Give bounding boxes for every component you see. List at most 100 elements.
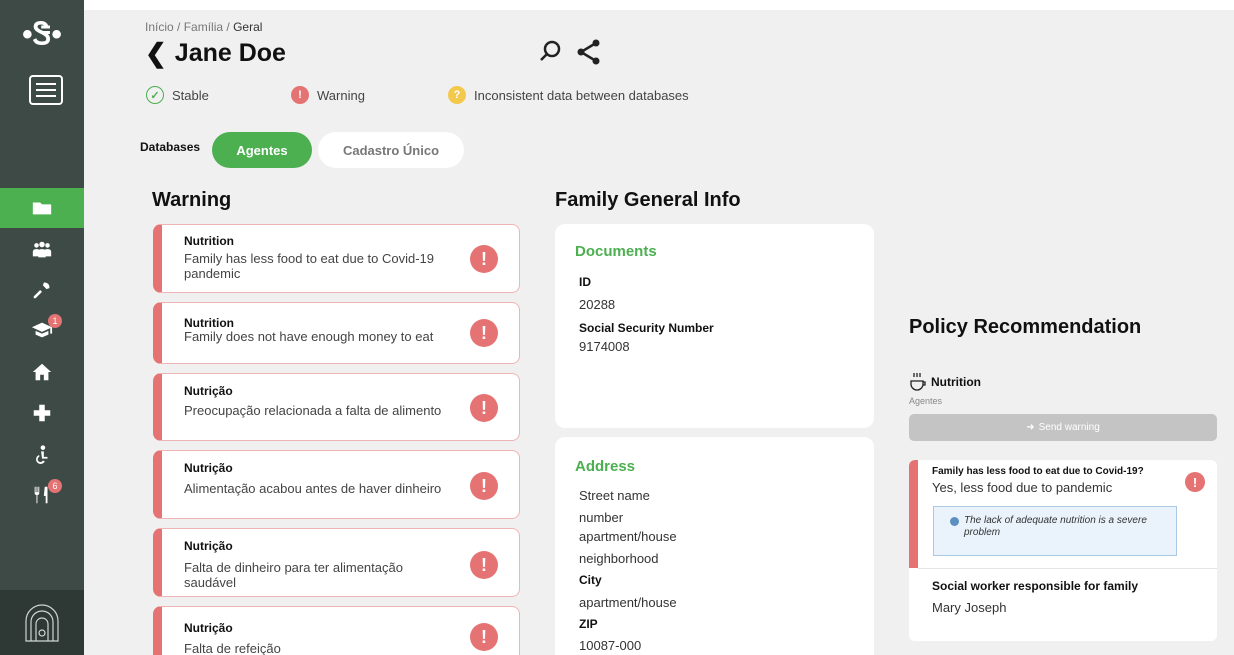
breadcrumb-home[interactable]: Início <box>145 20 174 34</box>
arrow-right-icon: ➜ <box>1026 422 1035 433</box>
back-icon[interactable]: ❮ <box>145 38 167 69</box>
legend-warning-label: Warning <box>317 87 365 103</box>
hot-food-icon <box>910 373 926 391</box>
sidebar-item-food[interactable]: 6 <box>0 475 84 515</box>
alert-icon: ! <box>470 472 498 500</box>
databases-label: Databases <box>140 140 201 154</box>
sidebar-item-folder[interactable] <box>0 188 84 228</box>
question-icon: ? <box>448 86 466 104</box>
warning-card[interactable]: Nutrição Falta de refeição ! <box>153 606 520 655</box>
send-warning-button[interactable]: ➜ Send warning <box>909 414 1217 441</box>
legend-warning: ! Warning <box>291 86 365 104</box>
warning-bar <box>909 460 918 568</box>
address-heading: Address <box>575 458 636 475</box>
header-actions <box>537 38 603 66</box>
policy-category-label: Nutrition <box>931 375 981 389</box>
warning-text: Family has less food to eat due to Covid… <box>184 251 435 281</box>
info-note: The lack of adequate nutrition is a seve… <box>933 506 1177 556</box>
send-warning-label: Send warning <box>1038 422 1100 433</box>
divider <box>918 568 1217 569</box>
sidebar-item-health[interactable] <box>0 393 84 433</box>
accessibility-icon <box>36 445 48 464</box>
info-note-text: The lack of adequate nutrition is a seve… <box>964 515 1147 538</box>
alert-icon: ! <box>470 623 498 651</box>
policy-card: Family has less food to eat due to Covid… <box>909 460 1217 641</box>
breadcrumb-separator: / <box>226 20 230 34</box>
number-value: number <box>579 510 624 525</box>
legend-stable-label: Stable <box>172 87 209 103</box>
warning-category: Nutrição <box>184 621 233 635</box>
sidebar-item-accessibility[interactable] <box>0 435 84 475</box>
policy-source: Agentes <box>909 396 943 406</box>
alert-icon: ! <box>470 551 498 579</box>
breadcrumb: Início / Família / Geral <box>145 20 262 34</box>
id-label: ID <box>579 275 591 289</box>
alert-icon: ! <box>1185 472 1205 492</box>
policy-answer: Yes, less food due to pandemic <box>932 480 1113 495</box>
warning-text: Preocupação relacionada a falta de alime… <box>184 403 442 418</box>
documents-card: Documents ID 20288 Social Security Numbe… <box>555 224 874 428</box>
id-value: 20288 <box>579 297 616 312</box>
breadcrumb-current: Geral <box>233 20 263 34</box>
breadcrumb-separator: / <box>177 20 181 34</box>
policy-category: Nutrition <box>909 372 981 392</box>
sidebar-item-home[interactable] <box>0 352 84 392</box>
search-person-icon[interactable] <box>537 38 565 66</box>
warning-category: Nutrição <box>184 384 233 398</box>
city-value: apartment/house <box>579 595 677 610</box>
page-title: ❮ Jane Doe <box>145 38 286 69</box>
zip-label: ZIP <box>579 617 598 631</box>
warning-category: Nutrition <box>184 316 234 330</box>
warning-card[interactable]: Nutrição Alimentação acabou antes de hav… <box>153 450 520 519</box>
social-worker-name: Mary Joseph <box>932 600 1007 615</box>
street-value: Street name <box>579 488 650 503</box>
warning-text: Falta de refeição <box>184 641 281 655</box>
alert-icon: ! <box>470 319 498 347</box>
notification-badge: 1 <box>48 314 62 328</box>
warning-category: Nutrition <box>184 234 234 248</box>
health-icon <box>33 404 51 422</box>
family-icon <box>32 241 52 258</box>
info-icon <box>950 517 959 526</box>
family-info-title: Family General Info <box>555 189 741 211</box>
warning-card[interactable]: Nutrition Family does not have enough mo… <box>153 302 520 364</box>
neighborhood-value: neighborhood <box>579 551 659 566</box>
sidebar-item-education[interactable]: 1 <box>0 310 84 350</box>
documents-heading: Documents <box>575 243 657 260</box>
warning-card[interactable]: Nutrição Preocupação relacionada a falta… <box>153 373 520 441</box>
menu-icon[interactable] <box>29 75 63 105</box>
warning-card[interactable]: Nutrição Falta de dinheiro para ter alim… <box>153 528 520 597</box>
social-worker-label: Social worker responsible for family <box>932 579 1139 593</box>
app-logo[interactable]: •Ꮥ• <box>0 10 84 60</box>
arch-logo-icon <box>25 603 59 642</box>
alert-icon: ! <box>470 245 498 273</box>
share-icon[interactable] <box>575 38 603 66</box>
tab-cadastro-unico[interactable]: Cadastro Único <box>318 132 464 168</box>
apartment-value: apartment/house <box>579 529 677 544</box>
home-icon <box>32 363 52 381</box>
page-title-text: Jane Doe <box>174 39 286 67</box>
legend-stable: ✓ Stable <box>146 86 209 104</box>
legend-inconsistent-label: Inconsistent data between databases <box>474 87 689 103</box>
folder-icon <box>32 202 52 215</box>
warning-section-title: Warning <box>152 189 232 211</box>
address-card: Address Street name number apartment/hou… <box>555 437 874 655</box>
breadcrumb-family[interactable]: Família <box>184 20 223 34</box>
sidebar-item-family[interactable] <box>0 230 84 270</box>
warning-category: Nutrição <box>184 461 233 475</box>
footer-logo <box>0 590 84 655</box>
legend-inconsistent: ? Inconsistent data between databases <box>448 86 689 104</box>
ssn-value: 9174008 <box>579 339 630 354</box>
warning-text: Family does not have enough money to eat <box>184 329 434 344</box>
check-icon: ✓ <box>146 86 164 104</box>
alert-icon: ! <box>470 394 498 422</box>
sidebar-item-tools[interactable] <box>0 270 84 310</box>
warning-card[interactable]: Nutrition Family has less food to eat du… <box>153 224 520 293</box>
city-label: City <box>579 573 602 587</box>
warning-text: Falta de dinheiro para ter alimentação s… <box>184 560 403 590</box>
warning-icon: ! <box>291 86 309 104</box>
warning-category: Nutrição <box>184 539 233 553</box>
policy-title: Policy Recommendation <box>909 316 1142 338</box>
tab-agentes[interactable]: Agentes <box>212 132 312 168</box>
zip-value: 10087-000 <box>579 638 642 653</box>
